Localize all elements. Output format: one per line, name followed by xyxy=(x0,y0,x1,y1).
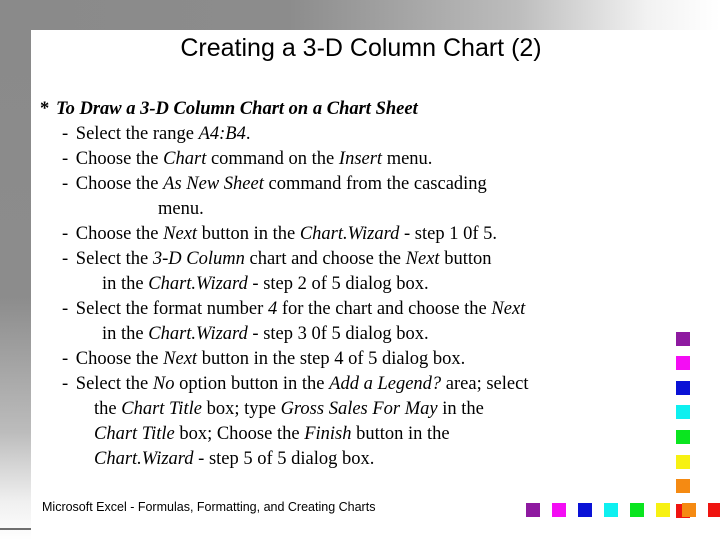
bullet-item: - Select the No option button in the Add… xyxy=(40,372,680,397)
emphasis-text: Gross Sales For May xyxy=(280,399,438,419)
slide-body: * To Draw a 3-D Column Chart on a Chart S… xyxy=(40,96,680,472)
emphasis-text: Insert xyxy=(338,149,383,169)
bullet-dash-icon: - xyxy=(62,224,73,244)
bullet-item-continuation: in the Chart.Wizard - step 3 0f 5 dialog… xyxy=(40,322,680,347)
bullet-item: - Select the range A4:B4. xyxy=(40,122,680,147)
plain-text: menu. xyxy=(382,149,433,169)
emphasis-text: Chart.Wizard xyxy=(94,449,194,469)
color-square-bottom-5 xyxy=(630,503,647,520)
left-gradient-band xyxy=(0,0,31,540)
color-square-right-5 xyxy=(676,430,693,447)
plain-text: chart and choose the xyxy=(244,249,406,269)
emphasis-text: Chart.Wizard xyxy=(148,324,248,344)
emphasis-text: Chart.Wizard xyxy=(299,224,400,244)
emphasis-text: Chart Title xyxy=(121,399,202,419)
plain-text: Select the xyxy=(75,249,153,269)
emphasis-text: A4:B4 xyxy=(198,124,246,144)
plain-text: - step 2 of 5 dialog box. xyxy=(247,274,429,294)
color-square-bottom-1 xyxy=(526,503,543,520)
color-square-right-3 xyxy=(676,381,693,398)
emphasis-text: Finish xyxy=(304,424,352,444)
bullet-item: - Choose the Chart command on the Insert… xyxy=(40,147,680,172)
bullet-dash-icon: - xyxy=(62,249,73,269)
body-heading-text: To Draw a 3-D Column Chart on a Chart Sh… xyxy=(56,99,418,119)
color-square-right-4 xyxy=(676,405,693,422)
emphasis-text: Next xyxy=(491,299,526,319)
asterisk-bullet-icon: * xyxy=(40,99,50,119)
color-square-bottom-7 xyxy=(682,503,699,520)
color-square-bottom-3 xyxy=(578,503,595,520)
bottom-left-tick xyxy=(0,528,31,530)
plain-text: button in the xyxy=(351,424,450,444)
bullet-dash-icon: - xyxy=(62,299,73,319)
plain-text: in the xyxy=(437,399,484,419)
bullet-item: - Select the format number 4 for the cha… xyxy=(40,297,680,322)
color-square-right-6 xyxy=(676,455,693,472)
footer-text: Microsoft Excel - Formulas, Formatting, … xyxy=(42,500,376,514)
bullet-item-continuation: in the Chart.Wizard - step 2 of 5 dialog… xyxy=(40,272,680,297)
body-heading: * To Draw a 3-D Column Chart on a Chart S… xyxy=(40,96,680,122)
top-gradient-band xyxy=(0,0,720,30)
plain-text: button in the xyxy=(197,224,300,244)
page-title: Creating a 3-D Column Chart (2) xyxy=(180,34,542,62)
plain-text: the xyxy=(94,399,122,419)
bullet-dash-icon: - xyxy=(62,174,73,194)
bullet-dash-icon: - xyxy=(62,349,73,369)
emphasis-text: Next xyxy=(163,349,198,369)
plain-text: for the chart and choose the xyxy=(277,299,492,319)
bullet-item: - Select the 3-D Column chart and choose… xyxy=(40,247,680,272)
bullet-item-continuation: menu. xyxy=(40,197,680,222)
plain-text: Select the range xyxy=(75,124,199,144)
emphasis-text: Chart.Wizard xyxy=(148,274,248,294)
plain-text: . xyxy=(245,124,251,144)
color-square-right-1 xyxy=(676,332,693,349)
plain-text: in the xyxy=(102,324,149,344)
plain-text: in the xyxy=(102,274,149,294)
plain-text: Choose the xyxy=(75,224,164,244)
plain-text: button in the step 4 of 5 dialog box. xyxy=(197,349,466,369)
plain-text: Choose the xyxy=(75,174,164,194)
color-square-bottom-8 xyxy=(708,503,720,520)
plain-text: menu. xyxy=(158,199,204,219)
plain-text: Choose the xyxy=(75,349,164,369)
plain-text: button xyxy=(439,249,492,269)
plain-text: Choose the xyxy=(75,149,164,169)
bullet-item-continuation: Chart.Wizard - step 5 of 5 dialog box. xyxy=(40,447,680,472)
emphasis-text: As New Sheet xyxy=(163,174,264,194)
plain-text: - step 1 0f 5. xyxy=(399,224,498,244)
emphasis-text: 4 xyxy=(267,299,278,319)
plain-text: Select the format number xyxy=(75,299,268,319)
bullet-item: - Choose the As New Sheet command from t… xyxy=(40,172,680,197)
emphasis-text: Next xyxy=(163,224,198,244)
bullet-dash-icon: - xyxy=(62,374,73,394)
bullet-item: - Choose the Next button in the Chart.Wi… xyxy=(40,222,680,247)
bullet-item-continuation: the Chart Title box; type Gross Sales Fo… xyxy=(40,397,680,422)
bullet-item-continuation: Chart Title box; Choose the Finish butto… xyxy=(40,422,680,447)
color-square-bottom-4 xyxy=(604,503,621,520)
emphasis-text: Chart xyxy=(163,149,207,169)
emphasis-text: No xyxy=(152,374,175,394)
emphasis-text: Next xyxy=(405,249,440,269)
plain-text: Select the xyxy=(75,374,153,394)
plain-text: box; Choose the xyxy=(174,424,305,444)
bullet-dash-icon: - xyxy=(62,124,73,144)
plain-text: option button in the xyxy=(174,374,330,394)
plain-text: command on the xyxy=(206,149,339,169)
bullet-item: - Choose the Next button in the step 4 o… xyxy=(40,347,680,372)
emphasis-text: Add a Legend? xyxy=(329,374,442,394)
emphasis-text: 3-D Column xyxy=(152,249,245,269)
color-square-bottom-6 xyxy=(656,503,673,520)
plain-text: command from the cascading xyxy=(263,174,487,194)
plain-text: - step 5 of 5 dialog box. xyxy=(193,449,375,469)
emphasis-text: Chart Title xyxy=(94,424,175,444)
bullet-dash-icon: - xyxy=(62,149,73,169)
bullet-list: - Select the range A4:B4. - Choose the Ch… xyxy=(40,122,680,472)
plain-text: area; select xyxy=(441,374,529,394)
plain-text: - step 3 0f 5 dialog box. xyxy=(247,324,429,344)
color-square-bottom-2 xyxy=(552,503,569,520)
color-square-right-7 xyxy=(676,479,693,496)
color-square-right-2 xyxy=(676,356,693,373)
plain-text: box; type xyxy=(201,399,281,419)
slide-canvas: Creating a 3-D Column Chart (2) * To Draw… xyxy=(0,0,720,540)
